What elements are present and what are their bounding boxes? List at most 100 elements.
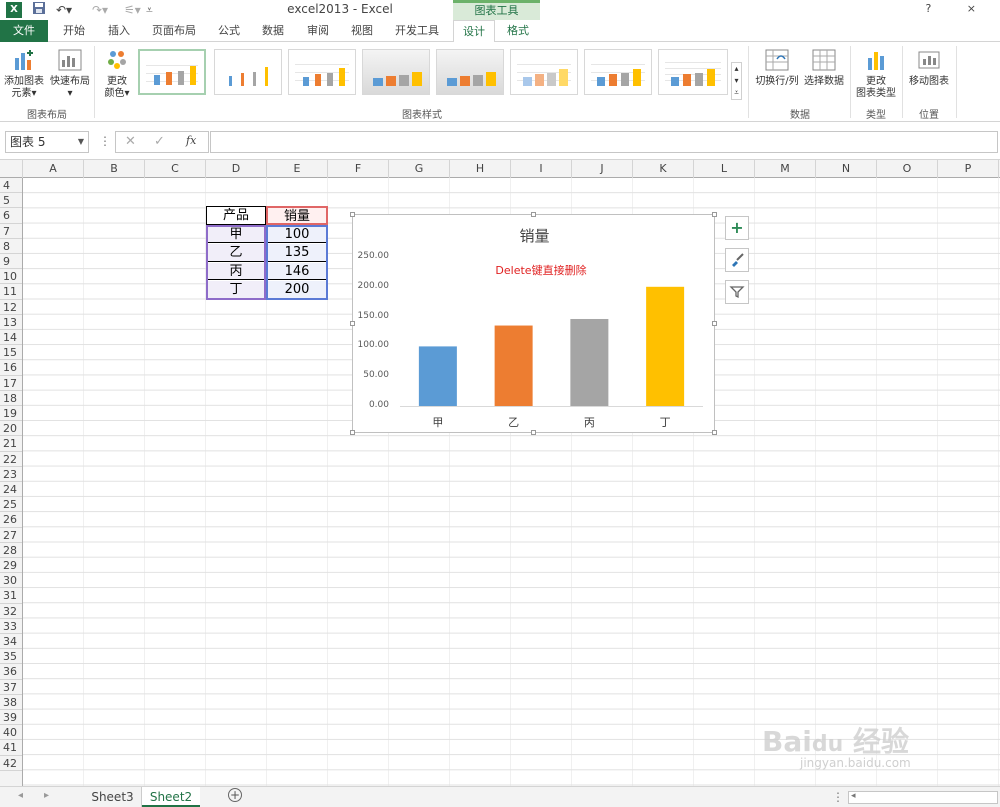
tab-developer[interactable]: 开发工具	[387, 20, 447, 42]
resize-handle[interactable]	[712, 321, 717, 326]
header-sales[interactable]: 销量	[266, 206, 328, 225]
tab-insert[interactable]: 插入	[98, 20, 140, 42]
tab-design[interactable]: 设计	[453, 20, 495, 43]
row-header[interactable]: 32	[0, 604, 22, 619]
column-header[interactable]: J	[572, 160, 633, 178]
row-header[interactable]: 20	[0, 421, 22, 437]
row-header[interactable]: 4	[0, 178, 22, 194]
tab-formulas[interactable]: 公式	[208, 20, 250, 42]
row-header[interactable]: 23	[0, 467, 22, 482]
cell-sales[interactable]: 100	[268, 227, 326, 243]
chart-bar[interactable]	[494, 325, 533, 406]
cell-sales[interactable]: 200	[268, 281, 326, 298]
add-sheet-icon[interactable]: +	[228, 788, 242, 802]
row-header[interactable]: 6	[0, 208, 22, 224]
chart-style-thumbnail-2[interactable]	[214, 49, 282, 95]
resize-handle[interactable]	[531, 212, 536, 217]
row-header[interactable]: 31	[0, 588, 22, 604]
next-sheet-icon[interactable]: ▸	[44, 790, 49, 801]
row-header[interactable]: 13	[0, 315, 22, 330]
row-header[interactable]: 26	[0, 512, 22, 528]
column-header[interactable]: G	[389, 160, 450, 178]
insert-function-icon[interactable]: fx	[186, 134, 196, 147]
row-header[interactable]: 27	[0, 528, 22, 543]
chart-style-thumbnail-4[interactable]	[362, 49, 430, 95]
row-header[interactable]: 15	[0, 345, 22, 361]
select-all-corner[interactable]	[0, 160, 23, 178]
cell-sales[interactable]: 135	[268, 244, 326, 262]
change-colors-button[interactable]: 更改 颜色▾	[98, 48, 136, 100]
chart-style-thumbnail-1[interactable]	[138, 49, 206, 95]
row-header[interactable]: 22	[0, 452, 22, 467]
help-icon[interactable]: ?	[925, 2, 947, 15]
resize-handle[interactable]	[350, 212, 355, 217]
resize-handle[interactable]	[350, 321, 355, 326]
row-header[interactable]: 19	[0, 406, 22, 422]
chart-object[interactable]: 销量 Delete键直接删除 250.00 200.00 150.00 100.00 5…	[350, 212, 717, 435]
row-header[interactable]: 37	[0, 680, 22, 695]
chart-style-thumbnail-8[interactable]	[658, 49, 728, 95]
column-header[interactable]: K	[633, 160, 694, 178]
row-header[interactable]: 42	[0, 756, 22, 771]
row-header[interactable]: 8	[0, 239, 22, 254]
tab-file[interactable]: 文件	[0, 20, 48, 42]
change-chart-type-button[interactable]: 更改 图表类型	[853, 48, 899, 100]
add-chart-element-button[interactable]: 添加图表 元素▾	[2, 48, 46, 100]
column-header[interactable]: B	[84, 160, 145, 178]
prev-sheet-icon[interactable]: ◂	[18, 790, 23, 801]
column-header[interactable]: N	[816, 160, 877, 178]
column-header[interactable]: F	[328, 160, 389, 178]
tab-format[interactable]: 格式	[497, 20, 539, 42]
close-window-icon[interactable]: ×	[967, 2, 992, 15]
row-header[interactable]: 24	[0, 482, 22, 498]
resize-handle[interactable]	[712, 430, 717, 435]
scroll-left-icon[interactable]: ◂	[851, 791, 856, 801]
column-header[interactable]: O	[877, 160, 938, 178]
plot-area[interactable]: 250.00 200.00 150.00 100.00 50.00 0.00 甲 乙 丙 丁	[353, 215, 716, 434]
row-header[interactable]: 39	[0, 710, 22, 726]
row-header[interactable]: 17	[0, 376, 22, 391]
row-header[interactable]: 36	[0, 664, 22, 680]
tab-view[interactable]: 视图	[341, 20, 383, 42]
column-header[interactable]: P	[938, 160, 999, 178]
row-header[interactable]: 12	[0, 300, 22, 315]
column-header[interactable]: D	[206, 160, 267, 178]
tab-data[interactable]: 数据	[252, 20, 294, 42]
row-header[interactable]: 11	[0, 284, 22, 300]
chart-elements-plus-icon[interactable]: +	[725, 216, 749, 240]
row-header[interactable]: 38	[0, 695, 22, 710]
resize-handle[interactable]	[350, 430, 355, 435]
chart-style-thumbnail-3[interactable]	[288, 49, 356, 95]
row-header[interactable]: 35	[0, 649, 22, 665]
select-data-button[interactable]: 选择数据	[802, 48, 846, 88]
row-header[interactable]: 7	[0, 224, 22, 239]
chart-style-thumbnail-6[interactable]	[510, 49, 578, 95]
name-box-dropdown-icon[interactable]: ▼	[78, 132, 84, 152]
chart-bar[interactable]	[570, 318, 609, 406]
chart-style-thumbnail-7[interactable]	[584, 49, 652, 95]
name-box[interactable]: 图表 5 ▼	[5, 131, 89, 153]
row-header[interactable]: 30	[0, 573, 22, 589]
sheet-tab[interactable]: Sheet3	[84, 787, 142, 807]
row-header[interactable]: 29	[0, 558, 22, 574]
tab-page-layout[interactable]: 页面布局	[144, 20, 204, 42]
resize-handle[interactable]	[712, 212, 717, 217]
row-header[interactable]: 41	[0, 740, 22, 756]
tab-home[interactable]: 开始	[52, 20, 96, 42]
column-header[interactable]: H	[450, 160, 511, 178]
chart-bar[interactable]	[418, 346, 457, 406]
gallery-scroll[interactable]: ▴ ▾ ⩡	[731, 62, 742, 100]
chart-style-thumbnail-5[interactable]	[436, 49, 504, 95]
enter-icon[interactable]: ✓	[154, 134, 165, 149]
switch-row-column-button[interactable]: 切换行/列	[752, 48, 802, 88]
row-header[interactable]: 14	[0, 330, 22, 346]
formula-input[interactable]	[210, 131, 998, 153]
resize-handle[interactable]	[531, 430, 536, 435]
chart-filter-funnel-icon[interactable]	[725, 280, 749, 304]
row-header[interactable]: 5	[0, 193, 22, 209]
header-product[interactable]: 产品	[206, 206, 266, 225]
row-header[interactable]: 28	[0, 543, 22, 558]
row-header[interactable]: 33	[0, 619, 22, 634]
column-header[interactable]: I	[511, 160, 572, 178]
row-header[interactable]: 18	[0, 391, 22, 406]
